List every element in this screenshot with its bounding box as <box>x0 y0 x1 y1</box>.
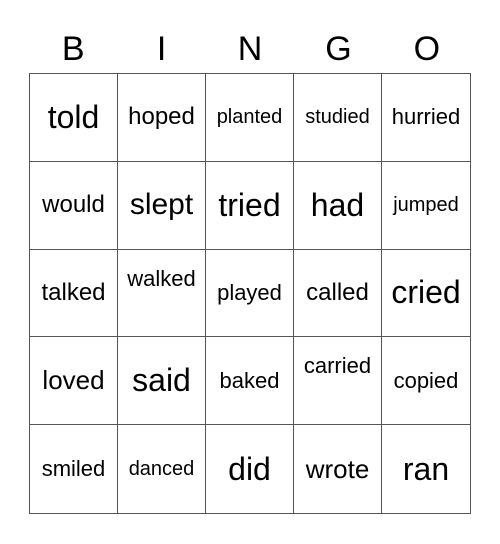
bingo-cell[interactable]: copied <box>382 337 470 426</box>
bingo-cell[interactable]: jumped <box>382 162 470 250</box>
header-letter-i: I <box>156 30 167 68</box>
header-letter-o: O <box>413 30 441 68</box>
bingo-cell[interactable]: said <box>118 337 206 426</box>
bingo-cell[interactable]: would <box>30 161 118 250</box>
bingo-cell[interactable]: had <box>294 161 382 250</box>
bingo-cell[interactable]: walked <box>118 249 206 338</box>
bingo-cell[interactable]: ran <box>382 425 470 513</box>
bingo-cell[interactable]: planted <box>206 74 294 162</box>
bingo-grid: told hoped planted studied hurried would… <box>29 73 471 514</box>
bingo-cell[interactable]: danced <box>118 425 206 513</box>
bingo-cell[interactable]: tried <box>206 161 294 250</box>
header-letter-g: G <box>325 30 352 68</box>
bingo-cell[interactable]: hurried <box>382 74 470 162</box>
bingo-cell[interactable]: talked <box>30 249 118 338</box>
bingo-cell[interactable]: cried <box>382 250 470 338</box>
bingo-header: B I N G O <box>29 28 471 70</box>
bingo-cell[interactable]: slept <box>118 161 206 250</box>
bingo-cell[interactable]: baked <box>206 337 294 426</box>
bingo-cell[interactable]: wrote <box>294 425 382 513</box>
bingo-cell[interactable]: played <box>206 249 294 338</box>
header-letter-n: N <box>237 30 263 68</box>
bingo-cell[interactable]: called <box>294 249 382 338</box>
bingo-cell[interactable]: told <box>30 74 118 162</box>
bingo-cell[interactable]: smiled <box>30 425 118 513</box>
bingo-cell[interactable]: did <box>206 425 294 513</box>
bingo-cell[interactable]: studied <box>294 74 382 162</box>
bingo-cell[interactable]: hoped <box>118 74 206 162</box>
header-letter-b: B <box>61 30 85 68</box>
bingo-cell[interactable]: loved <box>30 337 118 426</box>
bingo-cell[interactable]: carried <box>294 337 382 426</box>
